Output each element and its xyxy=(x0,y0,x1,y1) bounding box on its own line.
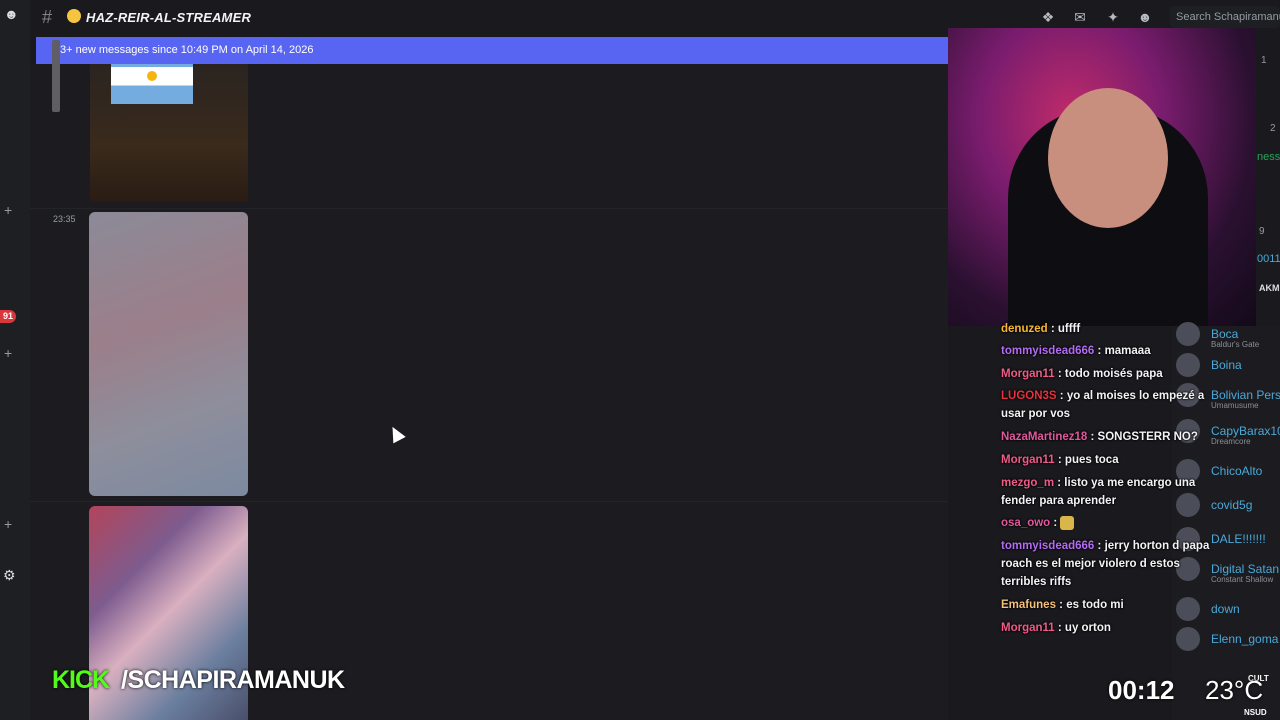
pin-icon[interactable]: ✦ xyxy=(1105,9,1121,25)
chat-username: Morgan11 xyxy=(1001,368,1055,380)
chat-text: mamaaa xyxy=(1104,345,1151,357)
edge-label: 1 xyxy=(1261,55,1267,66)
message-divider xyxy=(30,501,948,502)
edge-label: 0011 xyxy=(1257,253,1280,265)
chat-username: mezgo_m xyxy=(1001,477,1055,489)
chat-text: todo moisés papa xyxy=(1064,368,1163,380)
channel-emoji-icon xyxy=(67,9,81,23)
edge-label: 9 xyxy=(1259,226,1265,237)
mention-badge: 91 xyxy=(0,310,16,323)
member-activity: Constant Shallow xyxy=(1211,575,1274,584)
chat-message: tommyisdead666 : jerry horton d papa roa… xyxy=(1001,540,1210,588)
chat-message: Morgan11 : pues toca xyxy=(1001,454,1119,466)
edge-label: NSUD xyxy=(1244,708,1267,717)
hash-icon: # xyxy=(42,7,53,27)
scroll-handle[interactable] xyxy=(52,40,60,112)
member-name: Elenn_goma xyxy=(1211,632,1279,646)
emote-icon xyxy=(1060,515,1075,530)
chat-text: es todo mi xyxy=(1066,599,1124,611)
chat-text: pues toca xyxy=(1064,454,1119,466)
stream-clock: 00:12 xyxy=(1108,675,1175,705)
chat-username: Morgan11 xyxy=(1001,622,1055,634)
add-icon[interactable]: + xyxy=(4,202,12,218)
webcam-feed xyxy=(948,28,1256,326)
threads-icon[interactable]: ❖ xyxy=(1040,9,1056,25)
edge-label: 2 xyxy=(1270,123,1276,134)
chat-message: LUGON3S : yo al moises lo empezé a usar … xyxy=(1001,390,1205,420)
new-messages-text: 3+ new messages since 10:49 PM on April … xyxy=(60,44,314,56)
chat-message: mezgo_m : listo ya me encargo una fender… xyxy=(1001,477,1196,507)
member-name: CapyBarax10 xyxy=(1211,424,1280,438)
chat-text: SONGSTERR NO? xyxy=(1097,431,1198,443)
chat-message: Morgan11 : todo moisés papa xyxy=(1001,368,1163,380)
channel-name: HAZ-REIR-AL-STREAMER xyxy=(86,10,252,25)
chat-username: Morgan11 xyxy=(1001,454,1055,466)
chat-message: Emafunes : es todo mi xyxy=(1001,599,1124,611)
chat-username: osa_owo xyxy=(1001,517,1051,529)
friends-icon[interactable]: ☻ xyxy=(4,6,19,22)
member-list-icon[interactable]: ☻ xyxy=(1137,9,1153,25)
chat-text: uffff xyxy=(1057,323,1081,335)
chat-message: tommyisdead666 : mamaaa xyxy=(1001,345,1151,357)
member-name: covid5g xyxy=(1211,498,1253,512)
chat-username: tommyisdead666 xyxy=(1001,345,1095,357)
search-input[interactable]: Search Schapiramanuk xyxy=(1170,6,1280,28)
chat-message: NazaMartinez18 : SONGSTERR NO? xyxy=(1001,431,1198,443)
temperature-readout: 23°C xyxy=(1205,675,1264,705)
kick-username: /SCHAPIRAMANUK xyxy=(121,666,345,694)
edge-label: ness xyxy=(1257,151,1280,163)
settings-gear-icon[interactable]: ⚙ xyxy=(3,567,16,584)
notification-bell-icon[interactable]: ✉ xyxy=(1072,9,1088,25)
server-sidebar: ☻ + 91 + + xyxy=(0,0,30,720)
chat-message: osa_owo : xyxy=(1001,514,1219,532)
chat-username: tommyisdead666 xyxy=(1001,540,1095,552)
chat-message: Morgan11 : uy orton xyxy=(1001,622,1111,634)
attachment-image[interactable] xyxy=(89,212,248,496)
kick-logo: KICK xyxy=(52,666,110,694)
member-name: Digital Satan xyxy=(1211,562,1280,576)
chat-username: Emafunes xyxy=(1001,599,1056,611)
member-name: DALE!!!!!!! xyxy=(1211,532,1266,546)
chat-username: NazaMartinez18 xyxy=(1001,431,1088,443)
edge-label: AKM xyxy=(1259,283,1280,293)
flag-sun-icon xyxy=(147,71,157,81)
message-timestamp: 23:35 xyxy=(53,214,76,224)
add-icon[interactable]: + xyxy=(4,516,12,532)
chat-message: denuzed : uffff xyxy=(1001,323,1081,335)
message-divider xyxy=(30,208,948,209)
streamer-face xyxy=(1048,88,1168,228)
chat-username: LUGON3S xyxy=(1001,390,1057,402)
chat-text: uy orton xyxy=(1064,622,1111,634)
member-name: Bolivian Pers xyxy=(1211,388,1280,402)
add-icon[interactable]: + xyxy=(4,345,12,361)
chat-username: denuzed xyxy=(1001,323,1048,335)
new-messages-bar[interactable]: 3+ new messages since 10:49 PM on April … xyxy=(36,37,948,64)
